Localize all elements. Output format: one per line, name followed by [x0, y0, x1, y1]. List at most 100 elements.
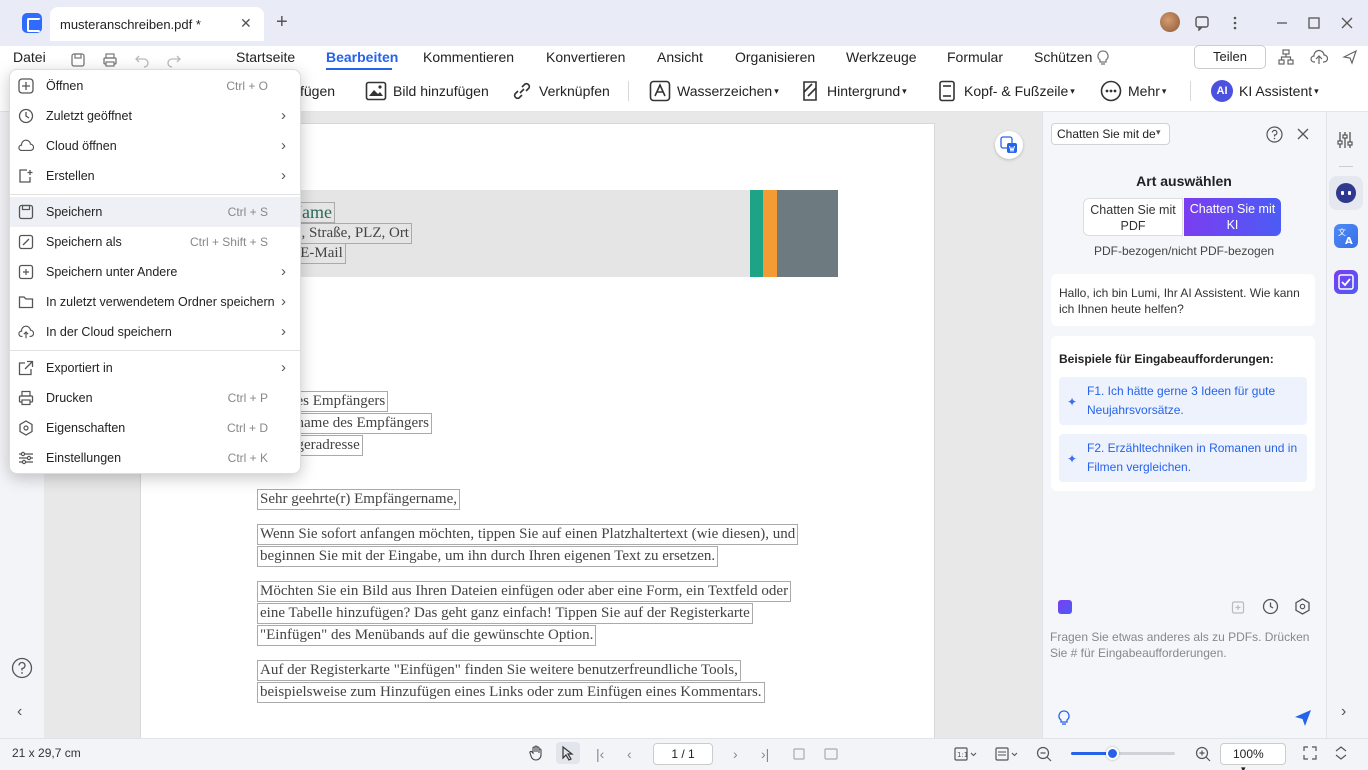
- tab-close-icon[interactable]: ✕: [240, 15, 252, 32]
- header-footer-button[interactable]: Kopf- & Fußzeile ▾: [936, 80, 1075, 102]
- prompt-example-2[interactable]: ✦ F2. Erzähltechniken in Romanen und in …: [1059, 434, 1307, 482]
- tab-title[interactable]: musteranschreiben.pdf *: [60, 17, 201, 32]
- page-number-input[interactable]: 1 / 1: [653, 743, 713, 765]
- last-page-icon[interactable]: ›|: [761, 746, 769, 762]
- lightbulb-icon[interactable]: [1095, 49, 1111, 67]
- redo-icon[interactable]: [166, 52, 182, 68]
- zoom-slider-handle[interactable]: [1105, 747, 1119, 760]
- lightbulb-icon[interactable]: [1057, 710, 1071, 726]
- chat-with-pdf-button[interactable]: Chatten Sie mit PDF: [1083, 198, 1183, 236]
- expand-right-icon[interactable]: ›: [1341, 703, 1346, 721]
- zoom-out-icon[interactable]: [1036, 746, 1052, 762]
- body-line[interactable]: Möchten Sie ein Bild aus Ihren Dateien e…: [257, 581, 792, 602]
- tab-ansicht[interactable]: Ansicht: [657, 49, 703, 65]
- body-line[interactable]: Wenn Sie sofort anfangen möchten, tippen…: [257, 524, 799, 545]
- menu-item-save-recent-folder[interactable]: In zuletzt verwendetem Ordner speichern …: [10, 287, 300, 317]
- add-text-button[interactable]: fügen: [300, 80, 335, 102]
- chevron-down-icon[interactable]: ▾: [1156, 127, 1161, 138]
- next-page-icon[interactable]: ›: [733, 746, 738, 762]
- chat-mode-select[interactable]: Chatten Sie mit de: [1051, 123, 1170, 145]
- menu-item-settings[interactable]: Einstellungen Ctrl + K: [10, 443, 300, 473]
- settings-icon[interactable]: [1294, 598, 1311, 615]
- rotate-page-icon[interactable]: [791, 746, 807, 762]
- body-line[interactable]: "Einfügen" des Menübands auf die gewünsc…: [257, 625, 597, 646]
- cloud-upload-icon[interactable]: [1310, 49, 1328, 65]
- menu-item-properties[interactable]: Eigenschaften Ctrl + D: [10, 413, 300, 443]
- prompt-library-icon[interactable]: [1058, 600, 1072, 614]
- zoom-level-select[interactable]: 100% ▾: [1220, 743, 1286, 770]
- app-logo-icon[interactable]: [22, 13, 42, 33]
- link-button[interactable]: Verknüpfen: [511, 80, 610, 102]
- ai-assistant-button[interactable]: AI KI Assistent ▾: [1211, 80, 1319, 102]
- menu-item-export[interactable]: Exportiert in ›: [10, 353, 300, 383]
- share-button[interactable]: Teilen: [1194, 45, 1266, 69]
- more-vertical-icon[interactable]: [1224, 12, 1246, 34]
- body-line[interactable]: beispielsweise zum Hinzufügen eines Link…: [257, 682, 765, 703]
- menu-item-cloud-open[interactable]: Cloud öffnen ›: [10, 131, 300, 161]
- translate-icon[interactable]: [995, 131, 1023, 159]
- menu-item-print[interactable]: Drucken Ctrl + P: [10, 383, 300, 413]
- ai-assistant-rail-button[interactable]: [1329, 176, 1363, 210]
- tab-organisieren[interactable]: Organisieren: [735, 49, 815, 65]
- menu-item-open[interactable]: Öffnen Ctrl + O: [10, 71, 300, 101]
- collapse-left-icon[interactable]: ‹: [17, 703, 22, 721]
- more-button[interactable]: Mehr ▾: [1100, 80, 1166, 102]
- fullscreen-icon[interactable]: [1303, 746, 1317, 760]
- first-page-icon[interactable]: |‹: [596, 746, 604, 762]
- salutation-placeholder[interactable]: Sehr geehrte(r) Empfängername,: [257, 489, 460, 510]
- sender-address-placeholder[interactable]: se, Straße, PLZ, Ort: [286, 223, 412, 244]
- close-panel-icon[interactable]: [1297, 128, 1309, 140]
- maximize-icon[interactable]: [1303, 12, 1325, 34]
- workflow-icon[interactable]: [1278, 49, 1294, 65]
- prompt-example-1[interactable]: ✦ F1. Ich hätte gerne 3 Ideen für gute N…: [1059, 377, 1307, 425]
- select-tool-button[interactable]: [556, 742, 580, 764]
- file-menu-button[interactable]: Datei: [13, 49, 46, 65]
- menu-item-save-cloud[interactable]: In der Cloud speichern ›: [10, 317, 300, 347]
- chat-input[interactable]: Fragen Sie etwas anderes als zu PDFs. Dr…: [1050, 629, 1318, 661]
- previous-page-icon[interactable]: ‹: [627, 746, 632, 762]
- tab-startseite[interactable]: Startseite: [236, 49, 295, 65]
- tab-kommentieren[interactable]: Kommentieren: [423, 49, 514, 65]
- body-line[interactable]: Auf der Registerkarte "Einfügen" finden …: [257, 660, 741, 681]
- help-icon[interactable]: [11, 657, 33, 679]
- tab-konvertieren[interactable]: Konvertieren: [546, 49, 625, 65]
- watermark-button[interactable]: Wasserzeichen ▾: [649, 80, 779, 102]
- page-layout-icon[interactable]: 1:1: [954, 746, 978, 762]
- menu-item-save-as[interactable]: Speichern als Ctrl + Shift + S: [10, 227, 300, 257]
- new-chat-icon[interactable]: [1231, 599, 1247, 615]
- help-icon[interactable]: [1266, 126, 1283, 143]
- chat-with-ai-button[interactable]: Chatten Sie mit KI: [1184, 198, 1281, 236]
- translate-rail-icon[interactable]: 文A: [1334, 224, 1358, 248]
- hand-tool-icon[interactable]: [528, 745, 544, 761]
- menu-item-save-other[interactable]: Speichern unter Andere ›: [10, 257, 300, 287]
- print-icon[interactable]: [102, 52, 118, 68]
- body-line[interactable]: eine Tabelle hinzufügen? Das geht ganz e…: [257, 603, 753, 624]
- undo-icon[interactable]: [134, 52, 150, 68]
- avatar[interactable]: [1160, 12, 1180, 32]
- fit-page-icon[interactable]: [823, 746, 839, 762]
- comment-icon[interactable]: [1191, 12, 1213, 34]
- tab-werkzeuge[interactable]: Werkzeuge: [846, 49, 917, 65]
- collapse-bar-icon[interactable]: [1334, 746, 1348, 760]
- send-icon[interactable]: [1342, 49, 1358, 65]
- task-check-icon[interactable]: [1334, 270, 1358, 294]
- recipient-company-placeholder[interactable]: nname des Empfängers: [286, 413, 432, 434]
- tab-schuetzen[interactable]: Schützen: [1034, 49, 1092, 65]
- menu-item-recent[interactable]: Zuletzt geöffnet ›: [10, 101, 300, 131]
- menu-item-save[interactable]: Speichern Ctrl + S: [10, 197, 300, 227]
- body-line[interactable]: beginnen Sie mit der Eingabe, um ihn dur…: [257, 546, 719, 567]
- tab-formular[interactable]: Formular: [947, 49, 1003, 65]
- properties-sliders-icon[interactable]: [1336, 131, 1354, 149]
- close-window-icon[interactable]: [1336, 12, 1358, 34]
- add-image-button[interactable]: Bild hinzufügen: [365, 80, 489, 102]
- history-icon[interactable]: [1262, 598, 1279, 615]
- save-icon[interactable]: [70, 52, 86, 68]
- zoom-in-icon[interactable]: [1195, 746, 1211, 762]
- new-tab-icon[interactable]: +: [276, 12, 288, 32]
- background-button[interactable]: Hintergrund ▾: [799, 80, 907, 102]
- recipient-name-placeholder[interactable]: des Empfängers: [286, 391, 389, 412]
- menu-item-create[interactable]: Erstellen ›: [10, 161, 300, 191]
- minimize-icon[interactable]: [1271, 12, 1293, 34]
- send-message-icon[interactable]: [1294, 709, 1312, 727]
- scroll-mode-icon[interactable]: [995, 746, 1021, 762]
